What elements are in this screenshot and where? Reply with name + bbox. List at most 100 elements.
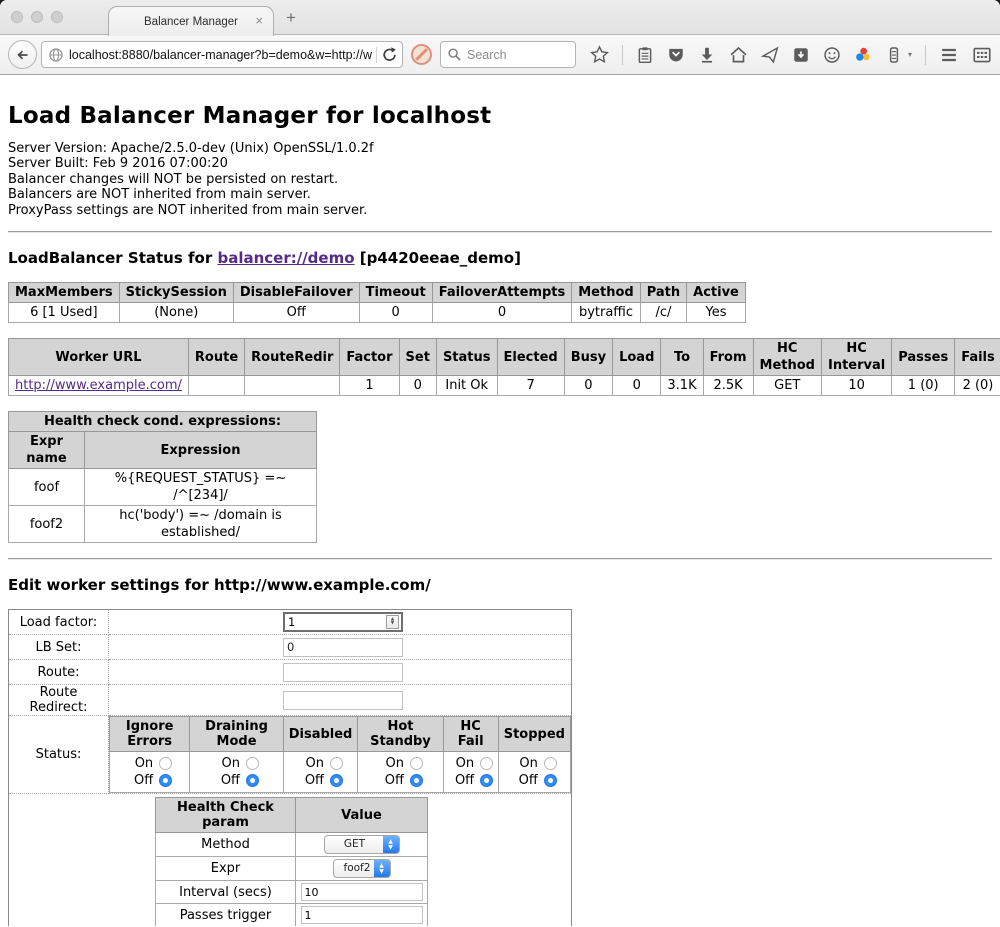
heading-prefix: LoadBalancer Status for bbox=[8, 249, 217, 267]
balancer-params-table: MaxMembers StickySession DisableFailover… bbox=[8, 282, 746, 323]
col-worker-url: Worker URL bbox=[9, 339, 189, 376]
panel-grid-icon[interactable] bbox=[972, 45, 992, 65]
home-icon[interactable] bbox=[729, 45, 748, 64]
expr-row: foof %{REQUEST_STATUS} =~ /^[234]/ bbox=[9, 469, 317, 506]
hc-row-interval: Interval (secs) bbox=[156, 881, 428, 904]
col-path: Path bbox=[640, 283, 686, 303]
stopped-off-radio[interactable] bbox=[544, 774, 557, 787]
draining-mode-off-radio[interactable] bbox=[246, 774, 259, 787]
divider bbox=[8, 231, 992, 233]
col-active: Active bbox=[687, 283, 746, 303]
search-bar[interactable] bbox=[440, 41, 576, 68]
edit-form-table: Load factor: ▲▼ LB Set: Route: Route Red… bbox=[8, 609, 572, 926]
form-row-hc-params: Health Check param Value Method GET▲▼ Ex… bbox=[9, 794, 572, 926]
panel-download-icon[interactable] bbox=[792, 46, 810, 64]
col-hc-param: Health Check param bbox=[156, 798, 296, 833]
search-input[interactable] bbox=[467, 48, 567, 62]
lb-set-input[interactable] bbox=[283, 638, 403, 657]
worker-table: Worker URL Route RouteRedir Factor Set S… bbox=[8, 338, 1000, 396]
colors-addon-icon[interactable] bbox=[854, 46, 872, 64]
toolbar-icons: ▾ bbox=[590, 45, 992, 65]
downloads-icon[interactable] bbox=[698, 46, 716, 64]
server-built-line: Server Built: Feb 9 2016 07:00:20 bbox=[8, 156, 992, 171]
col-hc-fail: HC Fail bbox=[443, 717, 498, 752]
browser-tab[interactable]: Balancer Manager × bbox=[108, 6, 274, 36]
send-tab-icon[interactable] bbox=[761, 46, 779, 64]
disabled-on-radio[interactable] bbox=[330, 757, 343, 770]
hc-params-table: Health Check param Value Method GET▲▼ Ex… bbox=[155, 797, 428, 926]
menu-hamburger-icon[interactable] bbox=[939, 45, 959, 65]
window-controls bbox=[11, 11, 63, 23]
navigation-toolbar: localhost:8880/balancer-manager?b=demo&w… bbox=[0, 35, 1000, 75]
ignore-errors-off-radio[interactable] bbox=[159, 774, 172, 787]
balancer-status-heading: LoadBalancer Status for balancer://demo … bbox=[8, 249, 992, 267]
passes-input[interactable] bbox=[301, 906, 423, 924]
url-bar[interactable]: localhost:8880/balancer-manager?b=demo&w… bbox=[41, 41, 403, 68]
url-path: /balancer-manager?b=demo&w=http://www.ex… bbox=[150, 48, 372, 62]
tab-close-icon[interactable]: × bbox=[255, 13, 263, 28]
form-row-lb-set: LB Set: bbox=[9, 635, 572, 660]
disabled-off-radio[interactable] bbox=[330, 774, 343, 787]
blocked-content-icon[interactable] bbox=[411, 44, 432, 65]
form-row-route-redirect: Route Redirect: bbox=[9, 685, 572, 716]
interval-input[interactable] bbox=[301, 883, 423, 901]
reading-list-icon[interactable] bbox=[636, 46, 654, 64]
browser-window: Balancer Manager × + localhost:8880/bala… bbox=[0, 0, 1000, 927]
chevron-down-icon[interactable]: ▾ bbox=[908, 50, 912, 59]
feedback-smiley-icon[interactable] bbox=[823, 46, 841, 64]
col-hc-value: Value bbox=[296, 798, 428, 833]
ignore-errors-on-radio[interactable] bbox=[159, 757, 172, 770]
close-window-button[interactable] bbox=[11, 11, 23, 23]
col-expr-name: Expr name bbox=[9, 432, 85, 469]
route-redirect-input[interactable] bbox=[283, 691, 403, 710]
globe-icon bbox=[48, 47, 64, 63]
route-label: Route: bbox=[9, 660, 109, 685]
hc-row-expr: Expr foof2▲▼ bbox=[156, 857, 428, 881]
hc-fail-off-radio[interactable] bbox=[480, 774, 493, 787]
col-hot-standby: Hot Standby bbox=[358, 717, 443, 752]
stopped-on-radio[interactable] bbox=[544, 757, 557, 770]
persist-notice-line: Balancer changes will NOT be persisted o… bbox=[8, 172, 992, 187]
col-draining-mode: Draining Mode bbox=[190, 717, 283, 752]
heading-suffix: [p4420eeae_demo] bbox=[355, 249, 521, 267]
form-row-route: Route: bbox=[9, 660, 572, 685]
new-tab-button[interactable]: + bbox=[286, 8, 296, 28]
route-input[interactable] bbox=[283, 663, 403, 682]
col-disablefailover: DisableFailover bbox=[233, 283, 359, 303]
hc-expr-table: Health check cond. expressions: Expr nam… bbox=[8, 411, 317, 543]
draining-mode-on-radio[interactable] bbox=[246, 757, 259, 770]
hc-row-method: Method GET▲▼ bbox=[156, 833, 428, 857]
battery-addon-icon[interactable] bbox=[885, 46, 903, 64]
hc-expr-title: Health check cond. expressions: bbox=[9, 412, 317, 432]
toolbar-separator-2 bbox=[925, 45, 926, 65]
table-row: 6 [1 Used] (None) Off 0 0 bytraffic /c/ … bbox=[9, 303, 746, 323]
form-row-load-factor: Load factor: ▲▼ bbox=[9, 610, 572, 635]
load-factor-input[interactable] bbox=[283, 612, 403, 632]
balancer-demo-link[interactable]: balancer://demo bbox=[217, 249, 354, 267]
number-stepper-icon[interactable]: ▲▼ bbox=[386, 615, 399, 629]
bookmark-star-icon[interactable] bbox=[590, 45, 609, 64]
select-chevrons-icon: ▲▼ bbox=[383, 836, 399, 853]
page-content: Load Balancer Manager for localhost Serv… bbox=[0, 75, 1000, 926]
url-text: localhost:8880/balancer-manager?b=demo&w… bbox=[69, 48, 372, 62]
hc-fail-on-radio[interactable] bbox=[480, 757, 493, 770]
select-chevrons-icon: ▲▼ bbox=[374, 860, 390, 877]
hot-standby-off-radio[interactable] bbox=[410, 774, 423, 787]
col-failoverattempts: FailoverAttempts bbox=[432, 283, 572, 303]
expr-select[interactable]: foof2▲▼ bbox=[333, 859, 391, 878]
back-button[interactable] bbox=[8, 40, 37, 69]
hc-row-passes: Passes trigger bbox=[156, 904, 428, 926]
expr-row: foof2 hc('body') =~ /domain is establish… bbox=[9, 506, 317, 543]
edit-worker-heading: Edit worker settings for http://www.exam… bbox=[8, 576, 992, 594]
form-row-status: Status: Ignore Errors Draining Mode Disa… bbox=[9, 716, 572, 794]
worker-url-link[interactable]: http://www.example.com/ bbox=[15, 378, 182, 393]
back-icon bbox=[15, 47, 31, 63]
col-ignore-errors: Ignore Errors bbox=[110, 717, 190, 752]
reload-icon[interactable] bbox=[381, 46, 398, 63]
zoom-window-button[interactable] bbox=[51, 11, 63, 23]
method-select[interactable]: GET▲▼ bbox=[324, 835, 400, 854]
minimize-window-button[interactable] bbox=[31, 11, 43, 23]
pocket-icon[interactable] bbox=[667, 46, 685, 64]
hot-standby-on-radio[interactable] bbox=[410, 757, 423, 770]
worker-row: http://www.example.com/ 1 0 Init Ok 7 0 … bbox=[9, 376, 1000, 396]
